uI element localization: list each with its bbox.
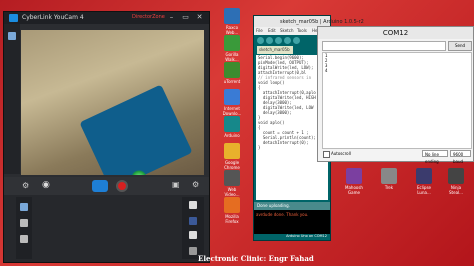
upload-arrow-icon[interactable] — [266, 37, 273, 44]
desktop-icon[interactable]: Arduino — [218, 116, 246, 138]
trash-icon[interactable] — [189, 247, 197, 255]
trek-icon — [381, 168, 397, 184]
capture-controls: ⚙ ◉ ▣ ⚙ — [4, 177, 209, 195]
arduino-icon — [224, 116, 240, 132]
desktop-icon[interactable]: Mozilla Firefox — [218, 197, 246, 224]
baud-select[interactable]: 9600 baud — [450, 150, 471, 164]
directorzone-link[interactable]: DirectorZone — [132, 14, 165, 22]
menu-sketch[interactable]: Sketch — [280, 28, 293, 33]
desktop-icons-right: Mahoosh Game Trek Eclipse Luna... Ninja … — [330, 162, 474, 252]
board-footer: Arduino Uno on COM12 — [254, 234, 330, 240]
effects-icon[interactable]: ⚙ — [22, 181, 29, 190]
camera-tab-icon[interactable] — [20, 203, 28, 211]
eclipse-icon — [416, 168, 432, 184]
new-icon[interactable] — [275, 37, 282, 44]
serial-monitor-window: COM12 Send 1234 Autoscroll No line endin… — [317, 26, 474, 164]
email-icon[interactable] — [189, 231, 197, 239]
camera-settings-icon[interactable] — [8, 32, 16, 40]
minimize-icon[interactable]: – — [167, 13, 176, 22]
webcam-preview — [21, 30, 204, 175]
youcam-window: CyberLink YouCam 4 DirectorZone – ▭ ✕ ⚙ … — [3, 11, 210, 263]
serial-line: 4 — [325, 68, 328, 73]
youtube-icon[interactable] — [189, 201, 197, 209]
settings-icon[interactable]: ⚙ — [192, 180, 199, 189]
desktop-icon[interactable]: Mahoosh Game — [340, 168, 368, 195]
autoscroll-label: Autoscroll — [331, 151, 351, 156]
download-icon[interactable] — [20, 235, 28, 243]
verify-icon[interactable] — [257, 37, 264, 44]
upload-icon[interactable] — [20, 219, 28, 227]
desktop-icon[interactable]: Internet Downlo... — [218, 89, 246, 116]
desktop-icon[interactable]: Raxco Web... — [218, 8, 246, 35]
ide-title: sketch_mar05b | Arduino 1.0.5-r2 — [280, 19, 364, 25]
facebook-icon[interactable] — [189, 217, 197, 225]
fullscreen-icon[interactable]: ▣ — [172, 180, 180, 189]
record-button[interactable] — [116, 180, 128, 192]
media-tabs — [16, 197, 32, 259]
arduino-board — [79, 84, 193, 175]
media-panel — [4, 195, 209, 262]
youcam-left-bar — [4, 24, 20, 174]
share-tools — [182, 197, 204, 259]
desktop-icon[interactable]: Google Chrome — [218, 143, 246, 170]
serial-output: 1234 — [322, 52, 472, 149]
game-icon — [346, 168, 362, 184]
desktop-icon[interactable]: Ninja Steal... — [442, 168, 470, 195]
send-button[interactable]: Send — [448, 41, 472, 51]
youcam-title: CyberLink YouCam 4 — [22, 14, 84, 21]
youcam-logo-icon — [9, 14, 18, 22]
upload-status: Done uploading. — [254, 202, 330, 210]
save-icon[interactable] — [293, 37, 300, 44]
serial-footer: Autoscroll No line ending 9600 baud — [318, 148, 473, 164]
gorilla-icon — [224, 35, 240, 51]
open-icon[interactable] — [284, 37, 291, 44]
menu-file[interactable]: File — [256, 28, 263, 33]
line-ending-select[interactable]: No line ending — [422, 150, 448, 164]
desktop-icon[interactable]: Gorilla Walk... — [218, 35, 246, 62]
ninja-icon — [448, 168, 464, 184]
eye-icon[interactable]: ◉ — [42, 180, 50, 190]
raxco-icon — [224, 8, 240, 24]
serial-title: COM12 — [318, 27, 473, 39]
download-manager-icon — [224, 89, 240, 105]
close-icon[interactable]: ✕ — [195, 13, 204, 22]
chrome-icon — [224, 143, 240, 159]
youcam-titlebar: CyberLink YouCam 4 DirectorZone – ▭ ✕ — [4, 12, 209, 24]
maximize-icon[interactable]: ▭ — [181, 13, 190, 22]
snapshot-button[interactable] — [92, 180, 108, 192]
sketch-tab[interactable]: sketch_mar05b — [257, 46, 293, 54]
desktop-icons: Raxco Web... Gorilla Walk... uTorrent In… — [212, 8, 252, 248]
menu-edit[interactable]: Edit — [268, 28, 276, 33]
video-caption: Electronic Clinic: Engr Fahad — [198, 254, 314, 263]
utorrent-icon — [224, 62, 240, 78]
menu-tools[interactable]: Tools — [297, 28, 307, 33]
video-icon — [224, 170, 240, 186]
desktop-icon[interactable]: Trek — [375, 168, 403, 190]
desktop-icon[interactable]: Web Video... — [218, 170, 246, 197]
desktop-icon[interactable]: uTorrent — [218, 62, 246, 84]
desktop-icon[interactable]: Eclipse Luna... — [410, 168, 438, 195]
autoscroll-checkbox[interactable] — [323, 151, 330, 158]
console-output: avrdude done. Thank you. — [254, 210, 330, 234]
firefox-icon — [224, 197, 240, 213]
serial-input[interactable] — [322, 41, 446, 51]
